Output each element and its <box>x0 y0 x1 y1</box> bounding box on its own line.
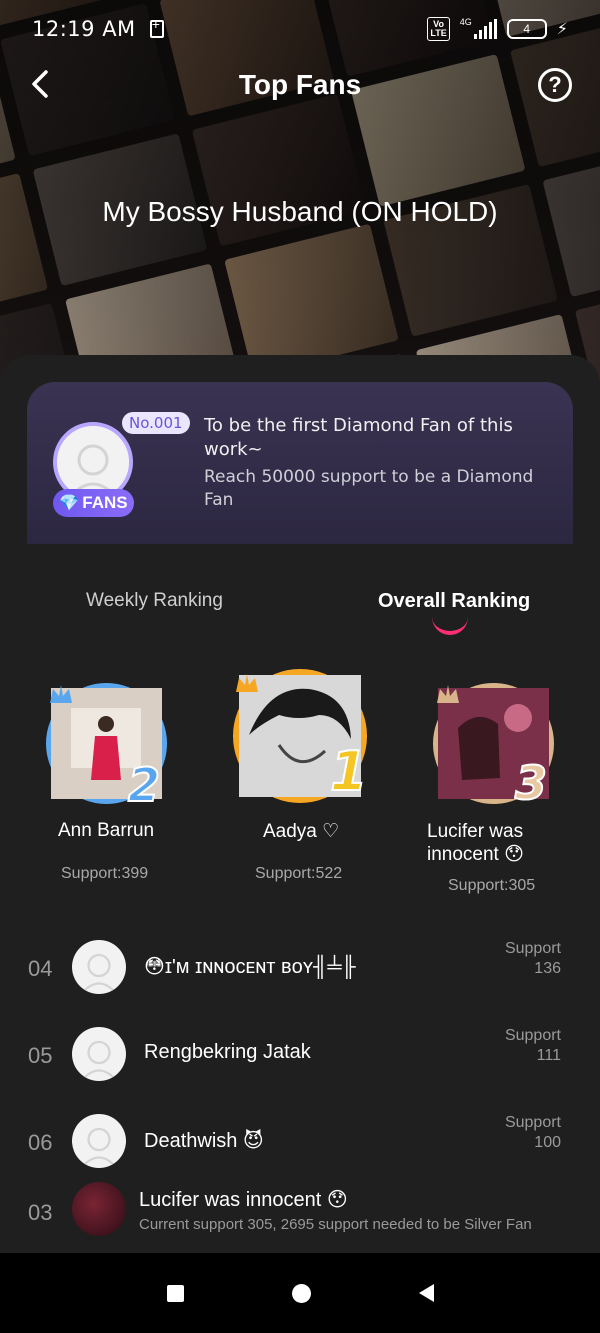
row-support-label: Support <box>504 1027 561 1044</box>
page-title: Top Fans <box>238 69 362 100</box>
podium-rank-number-2: 2 <box>127 757 161 813</box>
system-nav-bar <box>0 1253 600 1333</box>
network-type: 4G <box>459 17 472 27</box>
chevron-left-icon <box>32 70 48 98</box>
podium-name-1: Aadya ♡ <box>263 821 340 842</box>
default-avatar-icon <box>81 953 117 994</box>
ranking-row[interactable]: 05 Rengbekring Jatak Support 111 <box>0 1023 600 1093</box>
podium-rank-number-3: 3 <box>514 755 548 811</box>
diamond-requirement: Reach 50000 support to be a Diamond Fan <box>204 467 534 510</box>
diamond-headline: To be the first Diamond Fan of this work… <box>204 415 513 460</box>
book-title: My Bossy Husband (ON HOLD) <box>102 196 498 227</box>
row-support-value: 111 <box>536 1047 561 1064</box>
top-nav: Top Fans ? <box>0 56 600 114</box>
volte-icon: Vo LTE <box>427 17 450 41</box>
home-icon[interactable] <box>291 1283 311 1303</box>
crown-icon <box>437 685 459 703</box>
default-avatar-icon <box>81 1040 117 1081</box>
crown-icon <box>50 685 72 703</box>
avatar <box>72 1114 126 1168</box>
podium-name-3: Lucifer was innocent 😯 <box>427 821 524 865</box>
row-support-value: 136 <box>534 960 561 977</box>
back-triangle-icon[interactable] <box>418 1284 434 1302</box>
question-icon: ? <box>548 72 562 97</box>
tab-overall-ranking[interactable]: Overall Ranking <box>378 590 530 613</box>
my-avatar <box>72 1182 126 1236</box>
battery-saver-icon <box>149 16 164 38</box>
podium-support-2: Support:399 <box>61 865 149 882</box>
row-rank: 06 <box>28 1130 53 1155</box>
crown-icon <box>236 674 258 692</box>
help-button[interactable]: ? <box>538 68 572 102</box>
ranking-row[interactable]: 06 Deathwish 😈 Support 100 <box>0 1110 600 1180</box>
rank-number-badge: No.001 <box>122 412 190 434</box>
podium-rank-number-1: 1 <box>329 739 369 804</box>
diamond-icon: 💎 <box>59 495 80 512</box>
avatar <box>72 940 126 994</box>
row-name: Rengbekring Jatak <box>144 1041 311 1063</box>
row-support-label: Support <box>504 940 561 957</box>
row-support-label: Support <box>504 1114 561 1131</box>
status-time: 12:19 AM <box>32 17 136 41</box>
avatar <box>72 1027 126 1081</box>
row-rank: 04 <box>28 956 53 981</box>
fans-badge: 💎 FANS <box>53 489 134 517</box>
default-avatar-icon <box>57 426 129 498</box>
signal-icon <box>473 19 497 39</box>
ranking-row[interactable]: 04 😳ɪ'ᴍ ɪɴɴᴏᴄᴇɴᴛ ʙᴏʏ╢╧╟ Support 136 <box>0 936 600 1006</box>
podium-support-3: Support:305 <box>448 877 536 894</box>
battery-icon: 4 <box>506 19 547 39</box>
podium-support-1: Support:522 <box>255 865 343 882</box>
row-support-value: 100 <box>534 1134 561 1151</box>
tab-weekly-ranking[interactable]: Weekly Ranking <box>86 590 223 612</box>
my-rank-row[interactable]: 03 Lucifer was innocent 😯 Current suppor… <box>0 1178 600 1250</box>
my-name: Lucifer was innocent 😯 <box>139 1189 348 1211</box>
back-button[interactable] <box>22 66 58 102</box>
row-rank: 05 <box>28 1043 53 1068</box>
recents-icon[interactable] <box>166 1284 184 1302</box>
my-support-note: Current support 305, 2695 support needed… <box>139 1216 532 1233</box>
row-name: Deathwish 😈 <box>144 1130 264 1152</box>
row-name: 😳ɪ'ᴍ ɪɴɴᴏᴄᴇɴᴛ ʙᴏʏ╢╧╟ <box>144 956 356 978</box>
default-avatar-icon <box>81 1127 117 1168</box>
podium-name-2: Ann Barrun <box>58 820 155 841</box>
charging-icon: ⚡ <box>556 21 568 38</box>
my-rank: 03 <box>28 1200 53 1225</box>
status-bar: 12:19 AM VoLTE 4G 4 ⚡ <box>0 0 600 58</box>
